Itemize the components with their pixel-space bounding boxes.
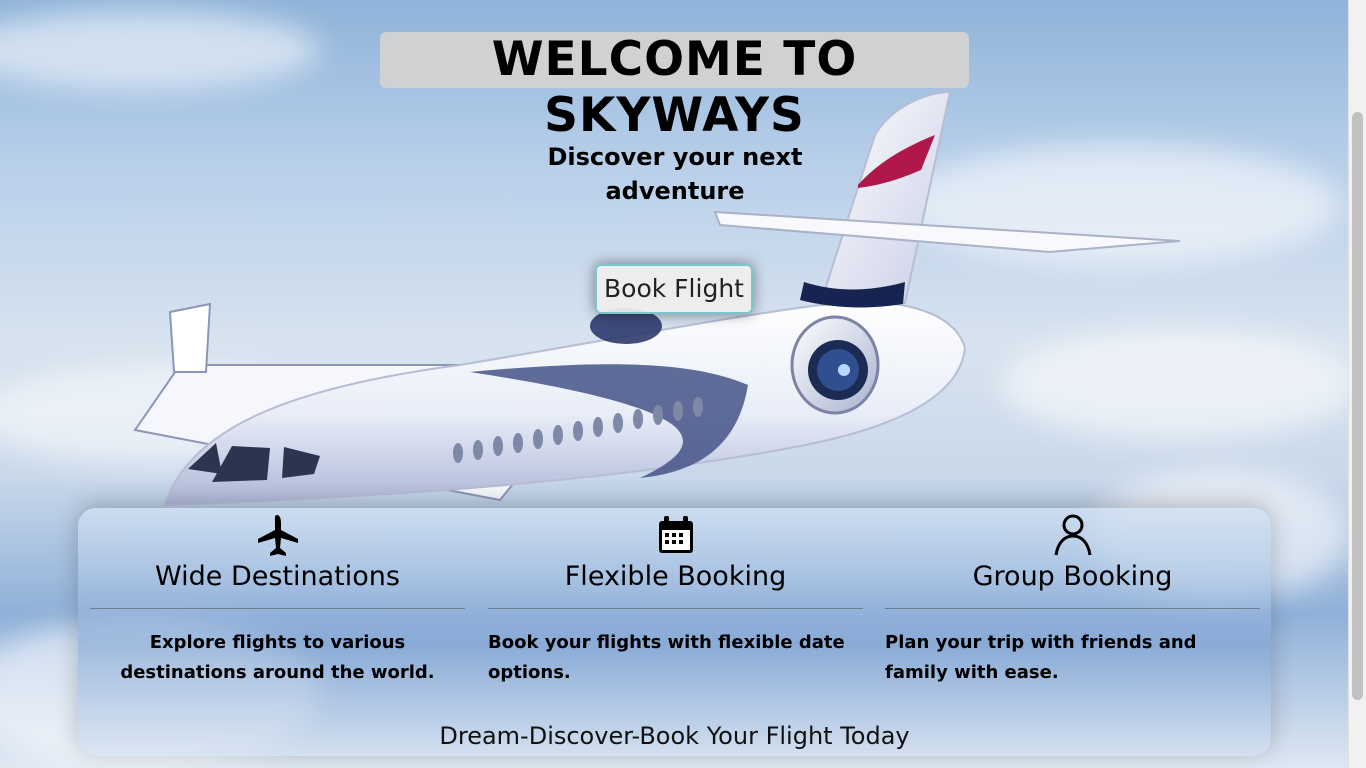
feature-card-group-booking: Group Booking Plan your trip with friend… bbox=[885, 508, 1260, 698]
feature-description: Explore flights to various destinations … bbox=[120, 632, 435, 683]
airplane-cabin-window bbox=[493, 436, 503, 456]
airplane-horizontal-stabilizer bbox=[713, 210, 1181, 254]
feature-divider bbox=[885, 608, 1260, 609]
feature-title: Wide Destinations bbox=[155, 561, 400, 592]
feature-divider bbox=[90, 608, 465, 609]
airplane-cabin-window bbox=[633, 409, 643, 429]
feature-title: Flexible Booking bbox=[564, 561, 787, 592]
book-flight-button[interactable]: Book Flight bbox=[595, 264, 753, 314]
skyways-landing-page: WELCOME TO SKYWAYS Discover your next ad… bbox=[0, 0, 1366, 768]
feature-title: Group Booking bbox=[972, 561, 1173, 592]
feature-divider bbox=[488, 608, 863, 609]
calendar-icon bbox=[658, 516, 693, 553]
tagline: Dream-Discover-Book Your Flight Today bbox=[439, 722, 910, 750]
airplane-cabin-window bbox=[513, 433, 523, 453]
airplane-cabin-window bbox=[613, 413, 623, 433]
airplane-cabin-window bbox=[453, 443, 463, 463]
feature-description: Book your flights with flexible date opt… bbox=[488, 632, 845, 683]
airplane-cabin-window bbox=[593, 417, 603, 437]
feature-description: Plan your trip with friends and family w… bbox=[885, 632, 1197, 683]
airplane-icon bbox=[257, 515, 298, 556]
airplane-cabin-window bbox=[693, 397, 703, 417]
airplane-cabin-window bbox=[673, 401, 683, 421]
feature-card-wide-destinations: Wide Destinations Explore flights to var… bbox=[90, 508, 465, 698]
airplane-cabin-window bbox=[473, 440, 483, 460]
airplane-cabin-window bbox=[533, 429, 543, 449]
user-icon bbox=[1054, 514, 1091, 556]
airplane-engine-hub bbox=[838, 364, 850, 376]
page-title: WELCOME TO SKYWAYS bbox=[380, 32, 969, 143]
airplane-cabin-window bbox=[553, 425, 563, 445]
airplane-cabin-window bbox=[573, 421, 583, 441]
feature-card-flexible-booking: Flexible Booking Book your flights with … bbox=[488, 508, 863, 698]
airplane-cabin-window bbox=[653, 405, 663, 425]
features-panel: Wide Destinations Explore flights to var… bbox=[78, 508, 1271, 756]
airplane-wing-tip bbox=[168, 302, 212, 373]
page-subtitle: Discover your next adventure bbox=[547, 143, 803, 205]
